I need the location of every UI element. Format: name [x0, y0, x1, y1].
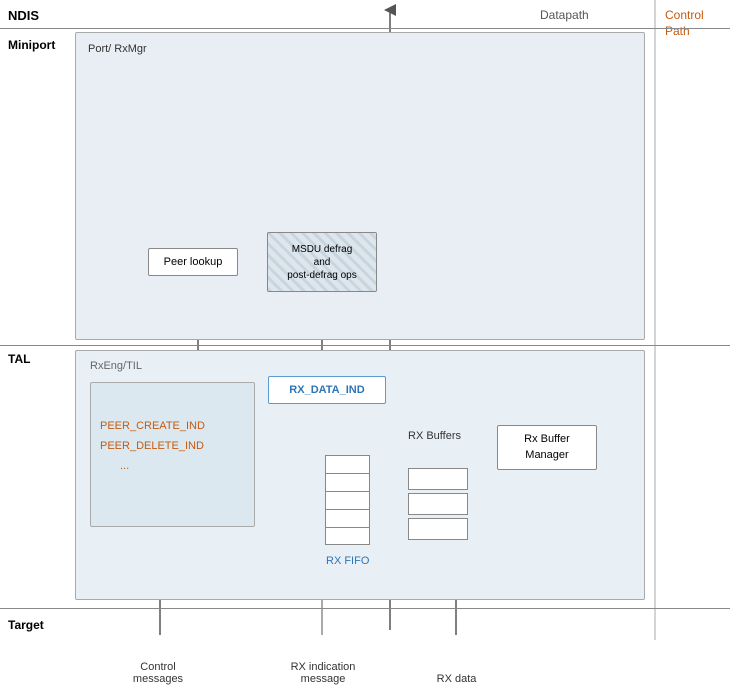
peer-create-text: PEER_CREATE_IND — [100, 420, 205, 432]
rx-buf-3 — [408, 518, 468, 540]
datapath-label: Datapath — [540, 8, 589, 22]
peer-delete-text: PEER_DELETE_IND — [100, 440, 204, 452]
tal-divider — [0, 345, 730, 346]
fifo-container — [325, 455, 370, 545]
fifo-cell-1 — [326, 456, 369, 474]
ndis-label: NDIS — [8, 8, 39, 23]
miniport-region — [75, 32, 645, 340]
fifo-cell-2 — [326, 474, 369, 492]
port-rxmgr-label: Port/ RxMgr — [88, 42, 147, 57]
rx-data-label: RX data — [424, 673, 489, 685]
rx-data-ind-box: RX_DATA_IND — [268, 376, 386, 404]
rx-buf-2 — [408, 493, 468, 515]
rx-buffer-manager-box: Rx Buffer Manager — [497, 425, 597, 470]
peer-dots-text: ... — [120, 460, 129, 472]
tal-label: TAL — [8, 352, 30, 366]
fifo-cell-3 — [326, 492, 369, 510]
target-divider — [0, 608, 730, 609]
rxeng-til-label: RxEng/TIL — [90, 360, 142, 372]
rx-buffers-label: RX Buffers — [408, 430, 461, 442]
control-messages-label: Control messages — [118, 661, 198, 685]
rx-buf-1 — [408, 468, 468, 490]
fifo-cell-5 — [326, 528, 369, 546]
fifo-cell-4 — [326, 510, 369, 528]
msdu-defrag-box: MSDU defrag and post-defrag ops — [267, 232, 377, 292]
rx-buffer-manager-text: Rx Buffer Manager — [524, 432, 570, 463]
rx-fifo-label: RX FIFO — [326, 555, 369, 567]
diagram-container: NDIS Datapath Control Path Miniport Port… — [0, 0, 730, 697]
rx-indication-label: RX indication message — [278, 661, 368, 685]
ndis-divider — [0, 28, 730, 29]
peer-lookup-box: Peer lookup — [148, 248, 238, 276]
peer-events-region — [90, 382, 255, 527]
miniport-label: Miniport — [8, 38, 55, 52]
control-path-label: Control Path — [665, 8, 730, 39]
target-label: Target — [8, 618, 44, 632]
msdu-defrag-text: MSDU defrag and post-defrag ops — [287, 243, 357, 282]
